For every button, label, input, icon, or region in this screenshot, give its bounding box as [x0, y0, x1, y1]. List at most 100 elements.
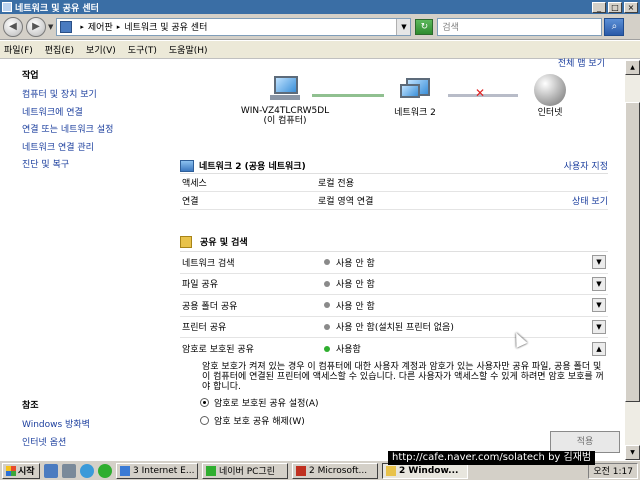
taskbar-button-microsoft[interactable]: 2 Microsoft...: [292, 462, 378, 479]
recent-pages-dropdown[interactable]: ▼: [48, 23, 53, 31]
row-value: 사용 안 함: [336, 301, 375, 312]
expand-button[interactable]: ▼: [592, 319, 606, 334]
network-icon: [180, 159, 194, 172]
radio-label[interactable]: 암호 보호 공유 해제(W): [214, 414, 305, 427]
address-box[interactable]: ▸ 제어판 ▸ 네트워크 및 공유 센터 ▼: [56, 17, 412, 36]
network-section-title: 네트워크 2 (공용 네트워크): [199, 162, 306, 172]
maximize-button[interactable]: □: [608, 1, 622, 13]
menu-view[interactable]: 보기(V): [86, 43, 116, 56]
scroll-thumb[interactable]: [625, 102, 640, 402]
scroll-up-button[interactable]: ▲: [625, 60, 640, 75]
scroll-down-button[interactable]: ▼: [625, 445, 640, 460]
status-off-icon: [324, 323, 330, 330]
menu-file[interactable]: 파일(F): [4, 43, 33, 56]
main-pane: 전체 맵 보기 WIN-VZ4TLCRW5DL (이 컴퓨터) 네트워크 2 ✕…: [170, 59, 625, 460]
clock[interactable]: 오전 1:17: [593, 464, 633, 477]
expand-button[interactable]: ▼: [592, 255, 606, 270]
status-off-icon: [324, 259, 330, 266]
start-label: 시작: [18, 467, 35, 477]
vertical-scrollbar[interactable]: ▲ ▼: [625, 60, 640, 460]
apply-button[interactable]: 적용: [550, 431, 620, 453]
task-view-computers[interactable]: 컴퓨터 및 장치 보기: [22, 87, 170, 105]
disconnected-x-icon: ✕: [475, 86, 486, 100]
map-node-computer[interactable]: WIN-VZ4TLCRW5DL (이 컴퓨터): [230, 76, 340, 126]
radio-button[interactable]: [200, 416, 209, 425]
row-value: 로컬 영역 연결: [318, 197, 374, 207]
computer-icon: [268, 76, 302, 102]
taskbar-button-naver[interactable]: 네이버 PC그린: [202, 462, 288, 479]
expand-button[interactable]: ▼: [592, 276, 606, 291]
task-setup-connection[interactable]: 연결 또는 네트워크 설정: [22, 122, 170, 140]
password-sharing-description: 암호 보호가 켜져 있는 경우 이 컴퓨터에 대한 사용자 계정과 암호가 있는…: [202, 362, 604, 392]
radio-button[interactable]: [200, 398, 209, 407]
system-tray: 오전 1:17: [588, 462, 638, 479]
view-full-map-link[interactable]: 전체 맵 보기: [558, 56, 605, 69]
sharing-section: 공유 및 검색 네트워크 검색 사용 안 함 ▼ 파일 공유 사용 안 함 ▼ …: [180, 232, 608, 360]
link-windows-firewall[interactable]: Windows 방화벽: [22, 417, 90, 435]
link-line-connected: [312, 94, 384, 97]
sharing-row-network-discovery: 네트워크 검색 사용 안 함 ▼: [180, 252, 608, 274]
internet-label: 인터넷: [537, 108, 563, 118]
computer-subtitle: (이 컴퓨터): [263, 116, 307, 126]
address-dropdown[interactable]: ▼: [396, 18, 411, 35]
sharing-row-public-folder: 공용 폴더 공유 사용 안 함 ▼: [180, 295, 608, 317]
breadcrumb-separator[interactable]: ▸: [117, 23, 121, 31]
forward-button[interactable]: ▶: [26, 16, 46, 37]
search-input[interactable]: 검색: [437, 17, 603, 36]
close-button[interactable]: ×: [624, 1, 638, 13]
radio-option-enable[interactable]: 암호로 보호된 공유 설정(A): [200, 396, 319, 409]
computer-name: WIN-VZ4TLCRW5DL: [240, 106, 330, 116]
map-node-internet[interactable]: 인터넷: [522, 74, 578, 118]
status-on-icon: [324, 345, 330, 352]
watermark: http://cafe.naver.com/solatech by 김재범: [388, 451, 596, 465]
network-section: 네트워크 2 (공용 네트워크) 사용자 지정 액세스 로컬 전용 연결 로컬 …: [180, 158, 608, 210]
radio-option-disable[interactable]: 암호 보호 공유 해제(W): [200, 414, 305, 427]
minimize-button[interactable]: _: [592, 1, 606, 13]
globe-icon: [534, 74, 566, 106]
view-status-link[interactable]: 상태 보기: [572, 194, 608, 207]
internet-explorer-icon[interactable]: [80, 463, 94, 478]
menu-edit[interactable]: 편집(E): [45, 43, 74, 56]
link-internet-options[interactable]: 인터넷 옵션: [22, 435, 90, 453]
see-also-heading: 참조: [22, 401, 39, 411]
network-row-connection: 연결 로컬 영역 연결 상태 보기: [180, 192, 608, 210]
map-node-network[interactable]: 네트워크 2: [375, 76, 455, 118]
task-connect-network[interactable]: 네트워크에 연결: [22, 105, 170, 123]
naver-icon[interactable]: [98, 463, 112, 478]
start-button[interactable]: 시작: [2, 462, 40, 479]
back-button[interactable]: ◀: [3, 16, 23, 37]
explorer-icon[interactable]: [62, 463, 76, 478]
breadcrumb-separator[interactable]: ▸: [80, 23, 84, 31]
show-desktop-icon[interactable]: [44, 463, 58, 478]
network-section-header: 네트워크 2 (공용 네트워크) 사용자 지정: [180, 158, 608, 174]
menu-tools[interactable]: 도구(T): [128, 43, 157, 56]
search-icon[interactable]: ⌕: [604, 17, 625, 36]
naver-pc-green-icon: [206, 465, 216, 476]
status-off-icon: [324, 302, 330, 309]
task-pane: 작업 컴퓨터 및 장치 보기 네트워크에 연결 연결 또는 네트워크 설정 네트…: [0, 60, 170, 460]
breadcrumb-control-panel[interactable]: 제어판: [88, 20, 113, 33]
folder-icon: [386, 465, 396, 476]
row-key: 액세스: [182, 179, 207, 189]
internet-explorer-icon: [120, 465, 130, 476]
menu-help[interactable]: 도움말(H): [169, 43, 208, 56]
collapse-button[interactable]: ▲: [592, 341, 606, 356]
customize-link[interactable]: 사용자 지정: [564, 159, 608, 172]
sharing-row-file-sharing: 파일 공유 사용 안 함 ▼: [180, 274, 608, 295]
see-also-section: 참조 Windows 방화벽 인터넷 옵션: [22, 398, 90, 452]
taskbar-button-label: 네이버 PC그린: [219, 467, 275, 477]
row-value: 사용 안 함: [336, 258, 375, 269]
network-map: WIN-VZ4TLCRW5DL (이 컴퓨터) 네트워크 2 ✕ 인터넷: [170, 74, 625, 136]
breadcrumb-network-center[interactable]: 네트워크 및 공유 센터: [124, 20, 207, 33]
sharing-row-printer: 프린터 공유 사용 안 함(설치된 프린터 없음) ▼: [180, 317, 608, 338]
row-key: 연결: [182, 197, 199, 207]
task-diagnose-repair[interactable]: 진단 및 복구: [22, 157, 170, 175]
radio-label[interactable]: 암호로 보호된 공유 설정(A): [214, 396, 319, 409]
network-center-icon: [2, 2, 12, 12]
network-row-access: 액세스 로컬 전용: [180, 174, 608, 192]
refresh-button[interactable]: ↻: [415, 18, 434, 35]
task-manage-connections[interactable]: 네트워크 연결 관리: [22, 140, 170, 158]
row-value: 사용 안 함: [336, 280, 375, 291]
taskbar-button-ie[interactable]: 3 Internet E...: [116, 462, 198, 479]
expand-button[interactable]: ▼: [592, 298, 606, 313]
